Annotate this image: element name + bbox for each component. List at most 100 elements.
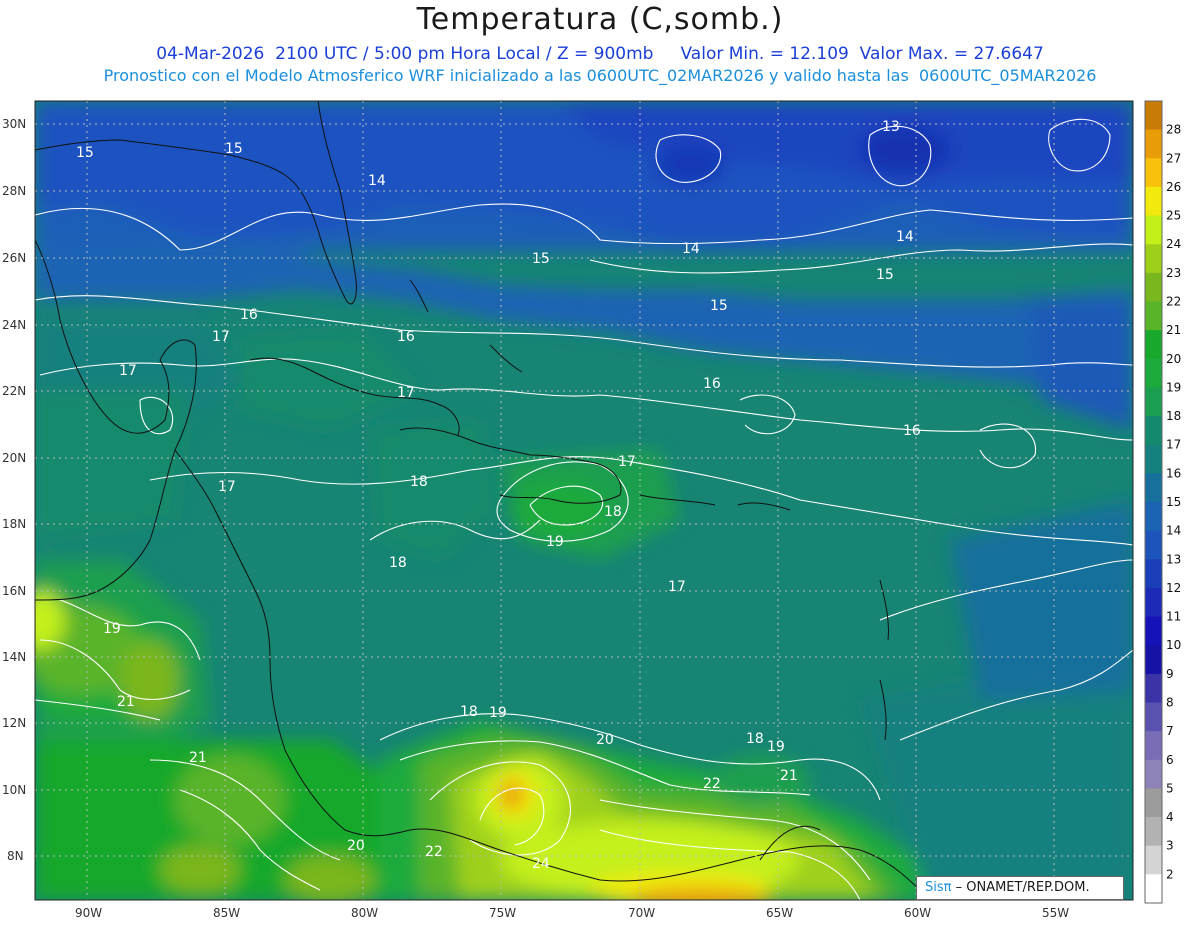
lon-label: 80W [351,906,378,920]
colorbar-swatch [1145,817,1162,847]
colorbar-label: 20 [1166,352,1181,366]
colorbar-swatch [1145,244,1162,274]
colorbar-label: 7 [1166,724,1174,738]
contour-label: 22 [425,844,443,860]
contour-label: 14 [368,173,386,189]
colorbar-swatch [1145,101,1162,131]
colorbar-label: 11 [1166,610,1181,624]
lat-label: 24N [2,318,26,332]
contour-label: 22 [703,776,721,792]
contour-label: 19 [103,621,121,637]
contour-label: 15 [76,145,94,161]
colorbar-label: 16 [1166,466,1181,480]
lat-label: 26N [2,251,26,265]
colorbar-swatch [1145,272,1162,302]
colorbar-label: 17 [1166,438,1181,452]
colorbar-label: 25 [1166,209,1181,223]
contour-label: 15 [710,298,728,314]
lon-label: 75W [489,906,516,920]
colorbar-swatch [1145,645,1162,675]
colorbar-label: 2 [1166,867,1174,881]
colorbar-swatch [1145,616,1162,646]
colorbar-label: 13 [1166,552,1181,566]
colorbar-swatch [1145,530,1162,560]
contour-label: 16 [240,307,258,323]
lat-label: 16N [2,584,26,598]
contour-label: 19 [767,739,785,755]
contour-label: 19 [546,534,564,550]
contour-label: 17 [218,479,236,495]
lon-label: 70W [628,906,655,920]
lon-label: 85W [213,906,240,920]
colorbar-swatch [1145,702,1162,732]
colorbar-swatch [1145,444,1162,474]
colorbar-swatch [1145,215,1162,245]
colorbar-label: 3 [1166,839,1174,853]
contour-label: 17 [119,363,137,379]
contour-label: 18 [746,731,764,747]
contour-label: 18 [604,504,622,520]
colorbar-label: 23 [1166,266,1181,280]
colorbar-swatch [1145,330,1162,360]
colorbar: 2827262524232221201918171615141312111098… [1144,100,1181,904]
contour-label: 16 [903,423,921,439]
lat-label: 20N [2,451,26,465]
colorbar-label: 21 [1166,323,1181,337]
contour-label: 15 [532,251,550,267]
colorbar-swatch [1145,587,1162,618]
contour-label: 15 [876,267,894,283]
credit-box: Sisπ – ONAMET/REP.DOM. [916,876,1124,900]
contour-label: 17 [397,385,415,401]
lon-label: 65W [766,906,793,920]
contour-label: 17 [212,329,230,345]
lat-label: 18N [2,517,26,531]
contour-label: 14 [896,229,914,245]
colorbar-swatch [1145,845,1162,875]
colorbar-label: 10 [1166,638,1181,652]
contour-label: 17 [618,454,636,470]
contour-label: 14 [682,241,700,257]
colorbar-label: 24 [1166,237,1181,251]
contour-label: 18 [389,555,407,571]
contour-label: 16 [397,329,415,345]
forecast-map: 15 15 14 13 14 14 15 15 15 16 16 17 17 1… [2,100,1181,920]
colorbar-label: 18 [1166,409,1181,423]
lat-label: 28N [2,184,26,198]
contour-label: 24 [532,856,550,872]
lon-label: 90W [75,906,102,920]
lat-label: 14N [2,650,26,664]
colorbar-swatch [1145,158,1162,188]
colorbar-swatch [1145,186,1162,217]
colorbar-label: 14 [1166,524,1181,538]
lat-label: 22N [2,384,26,398]
colorbar-label: 4 [1166,810,1174,824]
contour-label: 20 [347,838,365,854]
colorbar-swatch [1145,788,1162,818]
lat-label: 12N [2,716,26,730]
colorbar-swatch [1145,416,1162,446]
lon-label: 60W [904,906,931,920]
latitude-labels: 30N 28N 26N 24N 22N 20N 18N 16N 14N 12N … [2,117,26,863]
sispi-logo: Sisπ [925,880,952,895]
colorbar-label: 9 [1166,667,1174,681]
lat-label: 8N [7,849,24,863]
contour-label: 18 [410,474,428,490]
contour-label: 16 [703,376,721,392]
colorbar-swatch [1145,731,1162,761]
colorbar-swatch [1145,473,1162,503]
colorbar-swatch [1145,874,1162,904]
colorbar-swatch [1145,502,1162,532]
colorbar-swatch [1145,129,1162,159]
colorbar-label: 26 [1166,180,1181,194]
lat-label: 30N [2,117,26,131]
colorbar-label: 22 [1166,295,1181,309]
credit-text: – ONAMET/REP.DOM. [955,880,1090,895]
colorbar-label: 5 [1166,781,1174,795]
contour-label: 13 [882,119,900,135]
colorbar-label: 19 [1166,380,1181,394]
colorbar-label: 28 [1166,123,1181,137]
colorbar-label: 6 [1166,753,1174,767]
contour-label: 19 [489,705,507,721]
contour-label: 21 [189,750,207,766]
lat-label: 10N [2,783,26,797]
